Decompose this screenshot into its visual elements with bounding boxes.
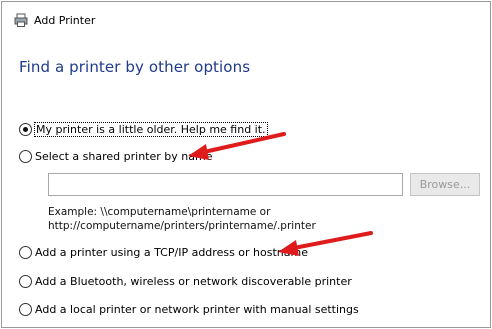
radio-bluetooth-wireless[interactable] (19, 274, 32, 288)
option-older-printer-label: My printer is a little older. Help me fi… (34, 121, 268, 137)
radio-tcpip[interactable] (19, 245, 32, 259)
page-heading: Find a printer by other options (19, 58, 251, 76)
option-tcpip[interactable]: Add a printer using a TCP/IP address or … (19, 245, 308, 259)
shared-printer-name-input[interactable] (48, 173, 403, 196)
option-shared-printer[interactable]: Select a shared printer by name (19, 149, 212, 163)
titlebar: Add Printer (14, 11, 95, 29)
option-shared-printer-label: Select a shared printer by name (35, 149, 213, 163)
add-printer-dialog: Add Printer Find a printer by other opti… (1, 1, 491, 328)
option-bluetooth-wireless[interactable]: Add a Bluetooth, wireless or network dis… (19, 274, 352, 288)
option-local-manual-label: Add a local printer or network printer w… (35, 302, 359, 316)
option-local-manual[interactable]: Add a local printer or network printer w… (19, 302, 359, 316)
example-line-1: Example: \\computername\printername or (48, 206, 271, 218)
radio-older-printer[interactable] (19, 122, 32, 136)
example-line-2: http://computername/printers/printername… (48, 220, 316, 232)
browse-button[interactable]: Browse... (410, 173, 480, 196)
window-title: Add Printer (34, 13, 96, 27)
radio-local-manual[interactable] (19, 302, 32, 316)
option-older-printer[interactable]: My printer is a little older. Help me fi… (19, 121, 268, 137)
shared-printer-example: Example: \\computername\printername or h… (48, 205, 316, 233)
option-tcpip-label: Add a printer using a TCP/IP address or … (35, 245, 308, 259)
printer-icon (14, 13, 28, 27)
option-bluetooth-wireless-label: Add a Bluetooth, wireless or network dis… (35, 274, 352, 288)
radio-shared-printer[interactable] (19, 149, 32, 163)
